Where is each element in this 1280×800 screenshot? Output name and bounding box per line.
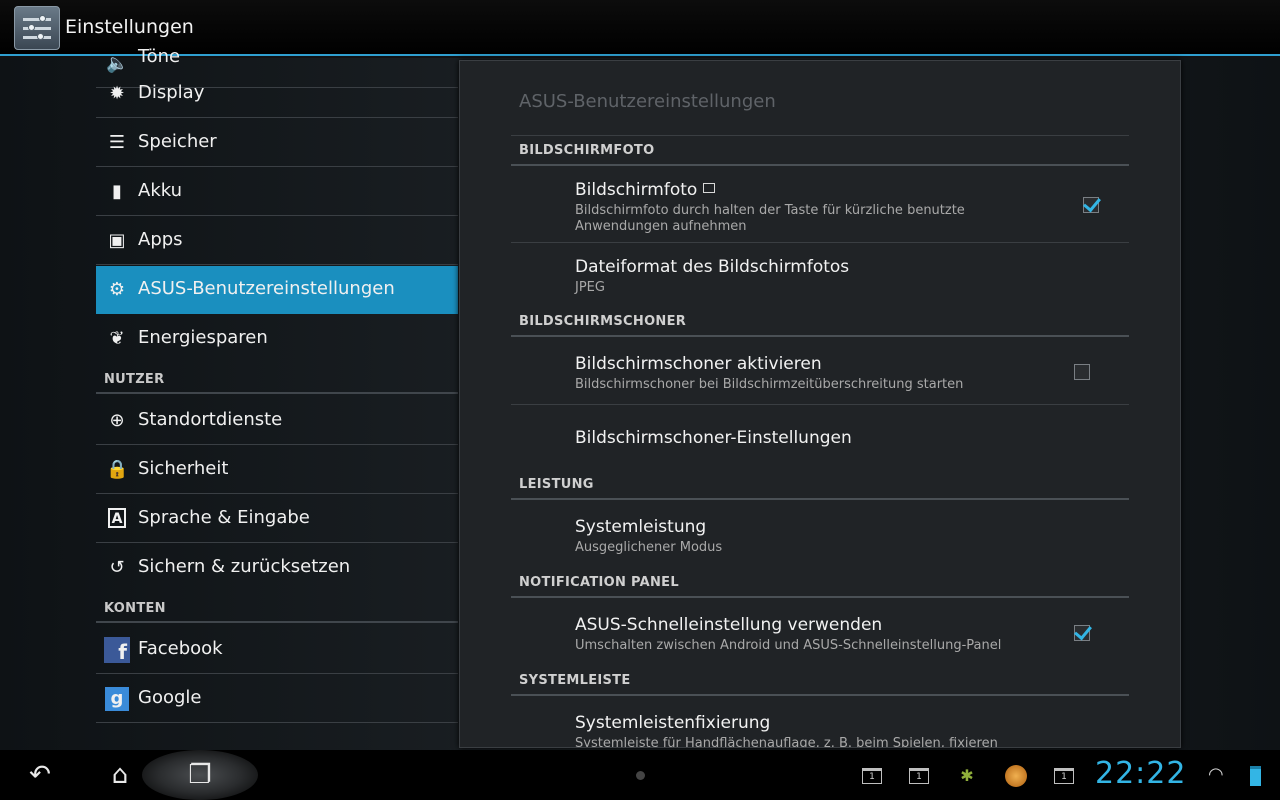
header-notification-panel: NOTIFICATION PANEL bbox=[511, 570, 1129, 598]
pref-screenshot-format[interactable]: Dateiformat des Bildschirmfotos JPEG bbox=[511, 243, 1129, 308]
sidebar-item-battery[interactable]: ▮ Akku bbox=[96, 168, 458, 216]
header-screenshot: BILDSCHIRMFOTO bbox=[511, 138, 1129, 166]
header-screensaver: BILDSCHIRMSCHONER bbox=[511, 309, 1129, 337]
sidebar-item-location[interactable]: ⊕ Standortdienste bbox=[96, 397, 458, 445]
sidebar-item-language[interactable]: A Sprache & Eingabe bbox=[96, 495, 458, 543]
sidebar-item-label: Speicher bbox=[138, 131, 217, 152]
facebook-icon: f bbox=[104, 637, 130, 664]
settings-app-icon[interactable] bbox=[14, 6, 60, 50]
page-indicator-dot bbox=[636, 771, 645, 780]
sidebar-item-facebook[interactable]: f Facebook bbox=[96, 626, 458, 674]
recent-apps-button[interactable]: ❐ bbox=[178, 758, 222, 792]
pref-screensaver-enable[interactable]: Bildschirmschoner aktivieren Bildschirms… bbox=[511, 339, 1129, 405]
quick-settings-checkbox[interactable] bbox=[1074, 625, 1090, 641]
sidebar-item-label: Facebook bbox=[138, 638, 223, 659]
notification-icon[interactable]: 1 bbox=[909, 768, 929, 784]
system-bar: ↶ ⌂ ❐ 1 1 ✱ 1 22:22 ◠ bbox=[0, 750, 1280, 800]
sidebar-item-security[interactable]: 🔒 Sicherheit bbox=[96, 446, 458, 494]
panel-title: ASUS-Benutzereinstellungen bbox=[519, 91, 776, 112]
sidebar-item-label: Google bbox=[138, 687, 202, 708]
pref-title: Dateiformat des Bildschirmfotos bbox=[575, 257, 850, 277]
header-systembar: SYSTEMLEISTE bbox=[511, 668, 1129, 696]
pref-screenshot[interactable]: Bildschirmfoto Bildschirmfoto durch halt… bbox=[511, 168, 1129, 243]
pref-summary: Bildschirmschoner bei Bildschirmzeitüber… bbox=[575, 377, 964, 392]
settings-detail-panel[interactable]: ASUS-Benutzereinstellungen BILDSCHIRMFOT… bbox=[459, 60, 1181, 748]
sidebar-item-label: Display bbox=[138, 82, 205, 103]
pref-summary: Umschalten zwischen Android und ASUS-Sch… bbox=[575, 638, 1002, 653]
pref-summary: JPEG bbox=[575, 280, 605, 295]
pref-summary: Bildschirmfoto durch halten der Taste fü… bbox=[575, 203, 965, 234]
sidebar-item-label: Töne bbox=[138, 46, 181, 67]
sidebar-item-google[interactable]: g Google bbox=[96, 675, 458, 723]
location-target-icon: ⊕ bbox=[109, 410, 125, 431]
pref-title: Systemleistenfixierung bbox=[575, 713, 771, 733]
status-clock[interactable]: 22:22 bbox=[1095, 756, 1186, 791]
section-header-accounts: KONTEN bbox=[96, 596, 458, 623]
sidebar-item-label: Standortdienste bbox=[138, 409, 283, 430]
pref-title: Bildschirmfoto bbox=[575, 180, 698, 200]
sidebar-item-label: Energiesparen bbox=[138, 327, 268, 348]
keyboard-a-icon: A bbox=[108, 508, 126, 528]
sidebar-item-label: Akku bbox=[138, 180, 183, 201]
notification-icon[interactable]: 1 bbox=[1054, 768, 1074, 784]
pref-title: Bildschirmschoner aktivieren bbox=[575, 354, 822, 374]
sidebar-item-label: Sichern & zurücksetzen bbox=[138, 556, 351, 577]
home-button[interactable]: ⌂ bbox=[98, 758, 142, 792]
app-title: Einstellungen bbox=[65, 16, 194, 38]
leaf-icon: ❦ bbox=[109, 328, 125, 349]
google-icon: g bbox=[105, 687, 129, 711]
settings-category-list[interactable]: 🔈 Töne ✹ Display ☰ Speicher ▮ Akku ▣ App… bbox=[96, 40, 458, 750]
sidebar-item-label: ASUS-Benutzereinstellungen bbox=[138, 278, 395, 299]
sidebar-item-label: Sprache & Eingabe bbox=[138, 507, 310, 528]
pref-title: Bildschirmschoner-Einstellungen bbox=[575, 428, 852, 448]
pref-screensaver-settings[interactable]: Bildschirmschoner-Einstellungen bbox=[511, 405, 1129, 471]
sidebar-item-storage[interactable]: ☰ Speicher bbox=[96, 119, 458, 167]
pref-title: Systemleistung bbox=[575, 517, 707, 537]
recent-apps-icon: ❐ bbox=[188, 760, 212, 790]
pref-title: ASUS-Schnelleinstellung verwenden bbox=[575, 615, 883, 635]
sidebar-item-apps[interactable]: ▣ Apps bbox=[96, 217, 458, 265]
pref-summary: Ausgeglichener Modus bbox=[575, 540, 723, 555]
android-debug-icon[interactable]: ✱ bbox=[958, 766, 976, 786]
lock-icon: 🔒 bbox=[106, 459, 129, 480]
sidebar-item-label: Apps bbox=[138, 229, 183, 250]
sidebar-item-backup-reset[interactable]: ↺ Sichern & zurücksetzen bbox=[96, 544, 458, 592]
sidebar-item-asus-settings[interactable]: ⚙ ASUS-Benutzereinstellungen bbox=[96, 266, 458, 314]
pref-systembar-lock[interactable]: Systemleistenfixierung Systemleiste für … bbox=[511, 698, 1129, 748]
storage-icon: ☰ bbox=[108, 132, 126, 153]
notification-icon[interactable]: 1 bbox=[862, 768, 882, 784]
divider bbox=[511, 135, 1129, 136]
sidebar-item-power-saving[interactable]: ❦ Energiesparen bbox=[96, 315, 458, 363]
screensaver-checkbox[interactable] bbox=[1074, 364, 1090, 380]
home-icon: ⌂ bbox=[111, 760, 129, 790]
battery-status-icon bbox=[1250, 766, 1261, 786]
sidebar-item-label: Sicherheit bbox=[138, 458, 229, 479]
restore-icon: ↺ bbox=[109, 557, 125, 578]
screenshot-checkbox[interactable] bbox=[1083, 197, 1099, 213]
pref-asus-quick-settings[interactable]: ASUS-Schnelleinstellung verwenden Umscha… bbox=[511, 600, 1129, 669]
window-icon bbox=[703, 183, 716, 193]
battery-icon: ▮ bbox=[112, 181, 122, 202]
header-performance: LEISTUNG bbox=[511, 472, 1129, 500]
apps-image-icon: ▣ bbox=[108, 230, 126, 251]
app-notification-icon[interactable] bbox=[1005, 765, 1027, 787]
back-button[interactable]: ↶ bbox=[18, 758, 62, 792]
back-arrow-icon: ↶ bbox=[29, 760, 51, 790]
pref-system-performance[interactable]: Systemleistung Ausgeglichener Modus bbox=[511, 502, 1129, 570]
section-header-user: NUTZER bbox=[96, 367, 458, 394]
pref-summary: Systemleiste für Handflächenauflage, z. … bbox=[575, 736, 998, 748]
gear-icon: ⚙ bbox=[108, 279, 126, 300]
brightness-icon: ✹ bbox=[109, 83, 125, 104]
sidebar-item-display[interactable]: ✹ Display bbox=[96, 70, 458, 118]
wifi-icon: ◠ bbox=[1208, 764, 1224, 785]
